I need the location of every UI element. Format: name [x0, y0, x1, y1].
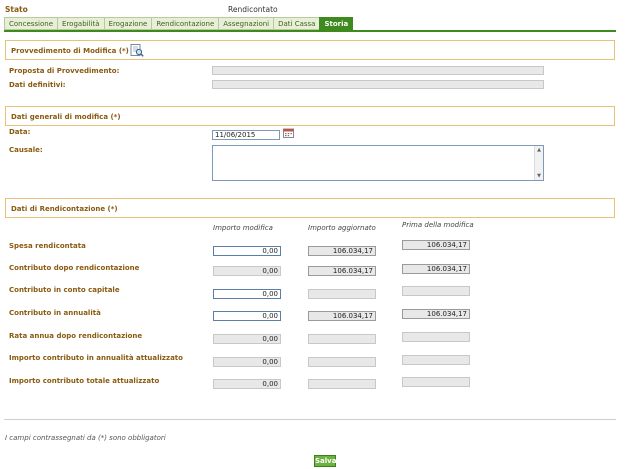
contributo-annualita-aggiornato: 106.034,17	[308, 311, 376, 321]
col-head-importo-modifica: Importo modifica	[213, 224, 273, 232]
row-label-rata-annua: Rata annua dopo rendicontazione	[9, 332, 143, 340]
textarea-scrollbar[interactable]: ▲ ▼	[534, 146, 543, 180]
spesa-rendicontata-aggiornato: 106.034,17	[308, 246, 376, 256]
scroll-down-icon[interactable]: ▼	[536, 173, 542, 179]
row-label-spesa-rendicontata: Spesa rendicontata	[9, 242, 86, 250]
rata-annua-modifica: 0,00	[213, 334, 281, 344]
calendar-icon[interactable]	[283, 128, 294, 138]
contributo-conto-capitale-aggiornato	[308, 289, 376, 299]
contributo-dopo-rendicontazione-modifica: 0,00	[213, 266, 281, 276]
mandatory-fields-note: I campi contrassegnati da (*) sono obbli…	[5, 434, 166, 442]
section-title-dati-generali: Dati generali di modifica (*)	[11, 113, 121, 121]
spesa-rendicontata-prima: 106.034,17	[402, 240, 470, 250]
contributo-dopo-rendicontazione-aggiornato: 106.034,17	[308, 266, 376, 276]
tab-erogazione[interactable]: Erogazione	[103, 17, 152, 30]
annualita-attualizzato-modifica: 0,00	[213, 357, 281, 367]
tab-dati-cassa[interactable]: Dati Cassa	[273, 17, 320, 30]
tab-assegnazioni[interactable]: Assegnazioni	[218, 17, 274, 30]
contributo-conto-capitale-modifica-input[interactable]: 0,00	[213, 289, 281, 299]
col-head-prima-modifica: Prima della modifica	[402, 221, 474, 229]
dati-definitivi-field	[212, 80, 544, 89]
col-head-importo-aggiornato: Importo aggiornato	[308, 224, 376, 232]
row-label-totale-attualizzato: Importo contributo totale attualizzato	[9, 377, 160, 385]
document-search-icon[interactable]	[130, 44, 144, 57]
annualita-attualizzato-aggiornato	[308, 357, 376, 367]
row-label-annualita-attualizzato: Importo contributo in annualità attualiz…	[9, 354, 183, 362]
totale-attualizzato-aggiornato	[308, 379, 376, 389]
save-button[interactable]: Salva	[314, 455, 336, 467]
rata-annua-aggiornato	[308, 334, 376, 344]
dati-definitivi-label: Dati definitivi:	[9, 81, 66, 89]
section-provvedimento: Provvedimento di Modifica (*)	[5, 40, 615, 60]
tab-underline	[4, 30, 616, 32]
divider	[4, 419, 616, 420]
causale-textarea[interactable]: ▲ ▼	[212, 145, 544, 181]
causale-label: Causale:	[9, 146, 43, 154]
rata-annua-prima	[402, 332, 470, 342]
contributo-annualita-modifica-input[interactable]: 0,00	[213, 311, 281, 321]
row-label-contributo-dopo-rendicontazione: Contributo dopo rendicontazione	[9, 264, 140, 272]
section-title-rendicontazione: Dati di Rendicontazione (*)	[11, 205, 118, 213]
row-label-contributo-annualita: Contributo in annualità	[9, 309, 101, 317]
totale-attualizzato-prima	[402, 377, 470, 387]
proposta-label: Proposta di Provvedimento:	[9, 67, 120, 75]
spesa-rendicontata-modifica-input[interactable]: 0,00	[213, 246, 281, 256]
contributo-dopo-rendicontazione-prima: 106.034,17	[402, 264, 470, 274]
status-value: Rendicontato	[228, 5, 278, 14]
tab-erogabilita[interactable]: Erogabilità	[57, 17, 104, 30]
totale-attualizzato-modifica: 0,00	[213, 379, 281, 389]
row-label-contributo-conto-capitale: Contributo in conto capitale	[9, 286, 120, 294]
section-rendicontazione: Dati di Rendicontazione (*)	[5, 198, 615, 218]
data-label: Data:	[9, 128, 31, 136]
tab-bar: Concessione Erogabilità Erogazione Rendi…	[4, 17, 354, 30]
date-input[interactable]: 11/06/2015	[212, 130, 280, 140]
annualita-attualizzato-prima	[402, 355, 470, 365]
section-title-provvedimento: Provvedimento di Modifica (*)	[11, 47, 129, 55]
tab-concessione[interactable]: Concessione	[4, 17, 58, 30]
proposta-field	[212, 66, 544, 75]
scroll-up-icon[interactable]: ▲	[536, 147, 542, 153]
tab-storia[interactable]: Storia	[319, 17, 354, 30]
section-dati-generali: Dati generali di modifica (*)	[5, 106, 615, 126]
tab-rendicontazione[interactable]: Rendicontazione	[151, 17, 219, 30]
contributo-conto-capitale-prima	[402, 286, 470, 296]
status-label: Stato	[5, 5, 28, 14]
contributo-annualita-prima: 106.034,17	[402, 309, 470, 319]
